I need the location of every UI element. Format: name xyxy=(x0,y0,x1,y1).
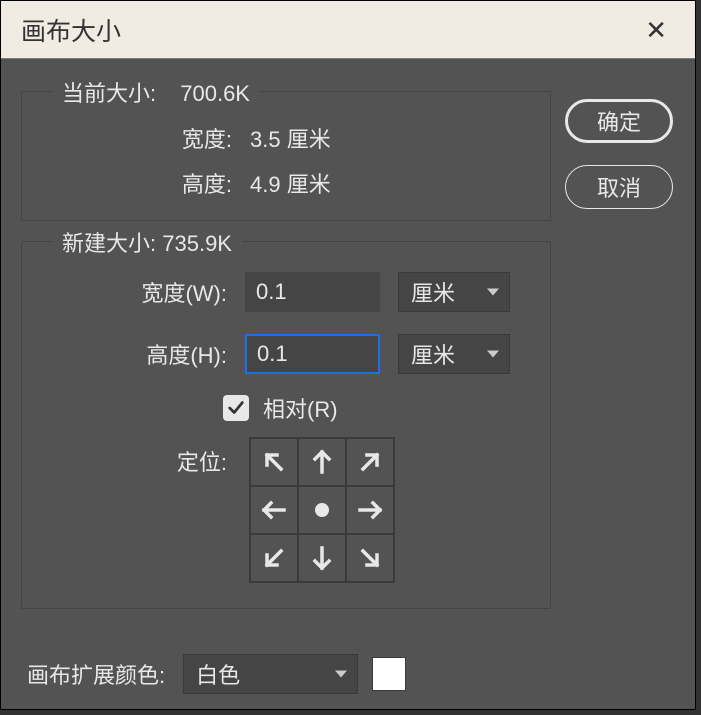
new-size-label: 新建大小: xyxy=(62,231,156,256)
dialog-title: 画布大小 xyxy=(21,12,121,48)
anchor-left[interactable] xyxy=(250,486,298,534)
current-width-label: 宽度: xyxy=(22,122,232,154)
height-unit-select[interactable]: 厘米 xyxy=(398,334,510,374)
height-unit-value: 厘米 xyxy=(411,338,455,370)
anchor-center[interactable] xyxy=(298,486,346,534)
extension-color-row: 画布扩展颜色: 白色 xyxy=(27,654,406,694)
chevron-down-icon xyxy=(487,289,499,296)
check-icon xyxy=(227,399,245,417)
titlebar: 画布大小 ✕ xyxy=(1,1,695,59)
arrow-up-icon xyxy=(307,447,337,477)
canvas-size-dialog: 画布大小 ✕ 当前大小: 700.6K 宽度: 3.5 厘米 高度: 4.9 厘… xyxy=(0,0,696,710)
arrow-right-icon xyxy=(355,495,385,525)
width-label: 宽度(W): xyxy=(22,276,227,308)
dialog-body: 当前大小: 700.6K 宽度: 3.5 厘米 高度: 4.9 厘米 新建大小:… xyxy=(1,59,695,99)
chevron-down-icon xyxy=(335,671,347,678)
relative-checkbox[interactable] xyxy=(223,395,249,421)
close-icon[interactable]: ✕ xyxy=(637,13,675,47)
height-label: 高度(H): xyxy=(22,338,227,370)
extension-color-label: 画布扩展颜色: xyxy=(27,658,165,690)
anchor-top[interactable] xyxy=(298,438,346,486)
relative-label: 相对(R) xyxy=(263,392,338,424)
anchor-top-right[interactable] xyxy=(346,438,394,486)
anchor-bottom-right[interactable] xyxy=(346,534,394,582)
extension-color-swatch[interactable] xyxy=(372,657,406,691)
anchor-top-left[interactable] xyxy=(250,438,298,486)
arrow-down-left-icon xyxy=(259,543,289,573)
width-unit-select[interactable]: 厘米 xyxy=(398,272,510,312)
arrow-left-icon xyxy=(259,495,289,525)
anchor-grid xyxy=(249,437,395,583)
current-height-value: 4.9 厘米 xyxy=(250,167,331,199)
anchor-center-dot-icon xyxy=(315,503,329,517)
current-size-value: 700.6K xyxy=(180,81,250,106)
arrow-down-right-icon xyxy=(355,543,385,573)
current-size-group: 当前大小: 700.6K 宽度: 3.5 厘米 高度: 4.9 厘米 xyxy=(21,91,551,221)
new-size-group: 新建大小: 735.9K 宽度(W): 厘米 高度(H): 厘米 xyxy=(21,241,551,609)
new-size-value: 735.9K xyxy=(162,231,232,256)
extension-color-value: 白色 xyxy=(196,658,240,690)
current-size-legend: 当前大小: 700.6K xyxy=(52,76,260,108)
cancel-button[interactable]: 取消 xyxy=(565,165,673,209)
arrow-up-left-icon xyxy=(259,447,289,477)
new-size-legend: 新建大小: 735.9K xyxy=(52,226,242,258)
ok-button[interactable]: 确定 xyxy=(565,99,673,143)
current-height-label: 高度: xyxy=(22,167,232,199)
anchor-right[interactable] xyxy=(346,486,394,534)
anchor-label: 定位: xyxy=(22,437,227,477)
width-unit-value: 厘米 xyxy=(411,276,455,308)
current-size-label: 当前大小: xyxy=(62,81,156,106)
current-width-value: 3.5 厘米 xyxy=(250,122,331,154)
anchor-bottom-left[interactable] xyxy=(250,534,298,582)
width-input[interactable] xyxy=(245,272,380,312)
extension-color-select[interactable]: 白色 xyxy=(183,654,358,694)
button-column: 确定 取消 xyxy=(565,99,673,209)
arrow-down-icon xyxy=(307,543,337,573)
height-input[interactable] xyxy=(245,334,380,374)
anchor-bottom[interactable] xyxy=(298,534,346,582)
arrow-up-right-icon xyxy=(355,447,385,477)
chevron-down-icon xyxy=(487,351,499,358)
